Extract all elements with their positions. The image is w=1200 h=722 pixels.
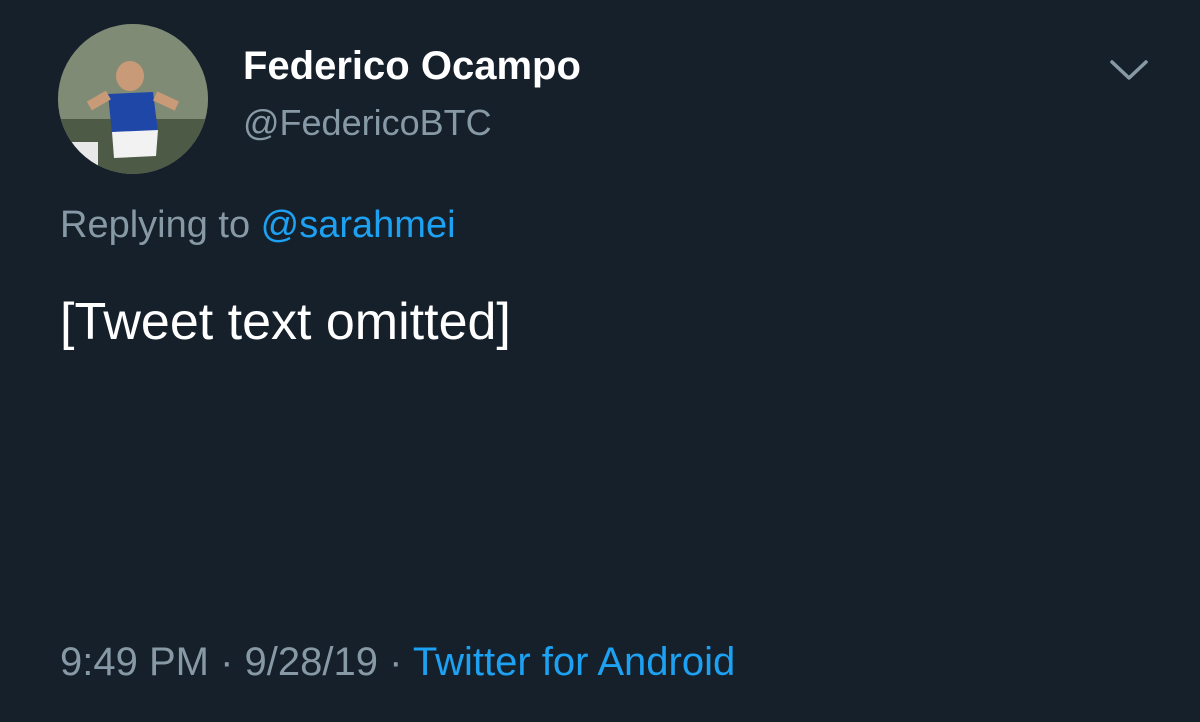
tweet-time: 9:49 PM xyxy=(60,640,209,684)
author-handle[interactable]: @FedericoBTC xyxy=(243,102,492,144)
tweet-date: 9/28/19 xyxy=(244,640,379,684)
reply-context: Replying to @sarahmei xyxy=(60,204,456,247)
avatar[interactable] xyxy=(58,24,208,174)
tweet-source-link[interactable]: Twitter for Android xyxy=(413,640,735,684)
tweet-meta: 9:49 PM · 9/28/19 · Twitter for Android xyxy=(60,640,735,685)
chevron-down-icon[interactable] xyxy=(1108,52,1150,88)
author-name[interactable]: Federico Ocampo xyxy=(243,44,581,89)
meta-separator: · xyxy=(389,640,403,684)
meta-separator: · xyxy=(220,640,234,684)
avatar-photo xyxy=(58,24,208,174)
reply-prefix: Replying to xyxy=(60,204,261,246)
tweet-text: [Tweet text omitted] xyxy=(60,293,511,351)
reply-mention-link[interactable]: @sarahmei xyxy=(261,204,456,246)
